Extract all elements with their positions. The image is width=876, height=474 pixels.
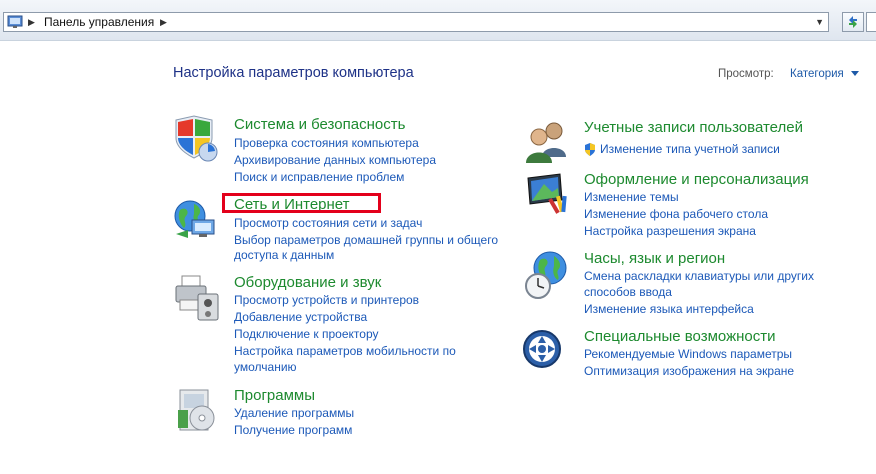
network-globe-icon[interactable] xyxy=(172,194,222,244)
link-change-display-language[interactable]: Изменение языка интерфейса xyxy=(584,301,754,318)
appearance-monitor-icon[interactable] xyxy=(522,170,572,220)
link-add-device[interactable]: Добавление устройства xyxy=(234,309,367,326)
refresh-icon xyxy=(849,16,857,28)
address-dropdown-icon[interactable]: ▼ xyxy=(815,17,824,27)
address-toolbar: ▶ Панель управления ▶ ▼ xyxy=(0,0,876,41)
category-title[interactable]: Оформление и персонализация xyxy=(584,171,809,189)
link-network-status[interactable]: Просмотр состояния сети и задач xyxy=(234,215,422,232)
category-title[interactable]: Часы, язык и регион xyxy=(584,250,725,268)
link-devices-printers[interactable]: Просмотр устройств и принтеров xyxy=(234,292,419,309)
link-connect-projector[interactable]: Подключение к проектору xyxy=(234,326,379,343)
category-title[interactable]: Специальные возможности xyxy=(584,328,776,346)
printer-speaker-icon[interactable] xyxy=(172,272,222,322)
category-title[interactable]: Учетные записи пользователей xyxy=(584,119,803,137)
link-change-theme[interactable]: Изменение темы xyxy=(584,189,679,206)
user-accounts-icon[interactable] xyxy=(522,117,572,167)
system-security-shield-icon[interactable] xyxy=(172,114,222,164)
link-mobility-settings[interactable]: Настройка параметров мобильности по xyxy=(234,343,456,360)
link-change-desktop-background[interactable]: Изменение фона рабочего стола xyxy=(584,206,768,223)
link-homegroup-options-cont[interactable]: доступа к данным xyxy=(234,247,334,264)
category-title[interactable]: Оборудование и звук xyxy=(234,274,381,292)
link-uninstall-program[interactable]: Удаление программы xyxy=(234,405,354,422)
link-change-keyboard-cont[interactable]: способов ввода xyxy=(584,284,672,301)
category-title[interactable]: Система и безопасность xyxy=(234,116,405,134)
clock-globe-icon[interactable] xyxy=(522,250,572,300)
link-screen-resolution[interactable]: Настройка разрешения экрана xyxy=(584,223,756,240)
link-troubleshoot[interactable]: Поиск и исправление проблем xyxy=(234,169,404,186)
ease-of-access-icon[interactable] xyxy=(522,327,572,377)
link-get-programs[interactable]: Получение программ xyxy=(234,422,352,439)
link-change-keyboard[interactable]: Смена раскладки клавиатуры или других xyxy=(584,268,814,285)
link-backup[interactable]: Архивирование данных компьютера xyxy=(234,152,436,169)
search-input[interactable] xyxy=(866,12,876,32)
breadcrumb-arrow-icon[interactable]: ▶ xyxy=(160,17,167,27)
link-change-account-type[interactable]: Изменение типа учетной записи xyxy=(600,141,780,158)
address-bar[interactable]: ▶ Панель управления ▶ ▼ xyxy=(3,12,829,32)
control-panel-icon xyxy=(7,15,23,28)
breadcrumb-control-panel[interactable]: Панель управления xyxy=(44,15,154,30)
view-by-chevron-down-icon[interactable] xyxy=(851,71,859,76)
breadcrumb-arrow-icon[interactable]: ▶ xyxy=(28,17,35,27)
view-by-dropdown[interactable]: Категория xyxy=(790,68,844,80)
programs-disc-icon[interactable] xyxy=(172,386,222,436)
link-recommended-settings[interactable]: Рекомендуемые Windows параметры xyxy=(584,346,792,363)
link-optimize-display[interactable]: Оптимизация изображения на экране xyxy=(584,363,794,380)
link-mobility-settings-cont[interactable]: умолчанию xyxy=(234,359,297,376)
view-by-label: Просмотр: xyxy=(718,68,774,80)
category-title[interactable]: Программы xyxy=(234,387,315,405)
page-title: Настройка параметров компьютера xyxy=(173,65,414,81)
refresh-button[interactable] xyxy=(842,12,864,32)
highlight-box xyxy=(222,193,381,213)
uac-shield-icon xyxy=(585,143,595,156)
link-check-computer-status[interactable]: Проверка состояния компьютера xyxy=(234,135,419,152)
